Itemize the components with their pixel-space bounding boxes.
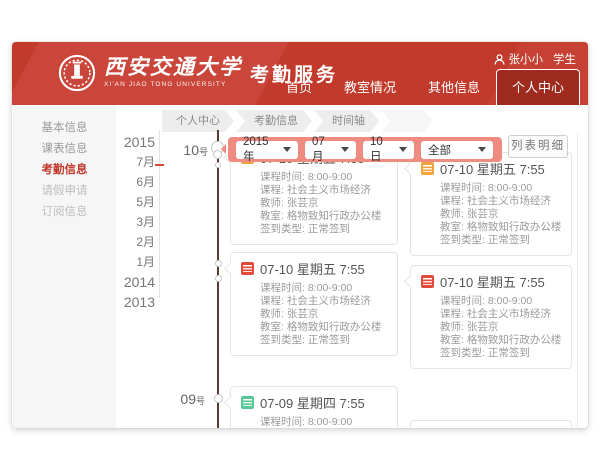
day-dropdown[interactable]: 10日 [363, 141, 414, 159]
rail-year-2013[interactable]: 2013 [72, 292, 155, 312]
content-scroll-track[interactable] [577, 134, 578, 428]
card-date: 07-10 星期五 7:55 [440, 272, 545, 291]
calendar-icon [421, 275, 434, 288]
chevron-down-icon [478, 147, 486, 152]
university-name-en: XI'AN JIAO TONG UNIVERSITY [104, 81, 242, 88]
current-month-marker [155, 164, 164, 166]
breadcrumb-attendance-info[interactable]: 考勤信息 [236, 110, 312, 132]
breadcrumb-timeline[interactable]: 时间轴 [314, 110, 379, 132]
nav-personal-center-active[interactable]: 个人中心 [496, 69, 580, 105]
user-icon [494, 54, 505, 65]
app-window: 西安交通大学 XI'AN JIAO TONG UNIVERSITY 考勤服务 张… [12, 42, 588, 428]
app-header: 西安交通大学 XI'AN JIAO TONG UNIVERSITY 考勤服务 张… [12, 42, 588, 105]
day-marker-09: 09号 [165, 391, 205, 409]
timeline-year-month-rail: 2015 7月 6月 5月 3月 2月 1月 2014 2013 [72, 132, 155, 312]
breadcrumb-personal-center[interactable]: 个人中心 [162, 110, 234, 132]
attendance-card-stub[interactable] [410, 420, 572, 428]
nav-other-info[interactable]: 其他信息 [412, 69, 496, 105]
month-dropdown[interactable]: 07月 [305, 141, 356, 159]
rail-month-5[interactable]: 5月 [72, 192, 155, 212]
user-name: 张小小 [509, 51, 544, 67]
attendance-card[interactable]: 07-09 星期四 7:55 课程时间: 8:00-9:00 课程: 社会主义市… [230, 386, 398, 428]
attendance-card[interactable]: 07-10 星期五 7:55 课程时间: 8:00-9:00 课程: 社会主义市… [410, 265, 572, 369]
card-date: 07-09 星期四 7:55 [260, 393, 365, 412]
attendance-card[interactable]: 07-10 星期五 7:55 课程时间: 8:00-9:00 课程: 社会主义市… [410, 152, 572, 256]
nav-home[interactable]: 首页 [270, 69, 328, 105]
year-dropdown[interactable]: 2015年 [236, 141, 298, 159]
university-name: 西安交通大学 XI'AN JIAO TONG UNIVERSITY [104, 55, 242, 88]
rail-month-2[interactable]: 2月 [72, 232, 155, 252]
timeline-node-small [215, 162, 221, 168]
rail-year-2015[interactable]: 2015 [72, 132, 155, 152]
university-logo-icon [58, 54, 96, 92]
rail-month-6[interactable]: 6月 [72, 172, 155, 192]
rail-month-3[interactable]: 3月 [72, 212, 155, 232]
rail-month-1[interactable]: 1月 [72, 252, 155, 272]
calendar-icon [241, 396, 254, 409]
rail-month-7[interactable]: 7月 [72, 152, 155, 172]
breadcrumb: 个人中心 考勤信息 时间轴 [162, 110, 435, 132]
chevron-down-icon [341, 147, 349, 152]
filter-bubble: 2015年 07月 10日 全部 [228, 137, 502, 162]
screenshot-stage: 西安交通大学 XI'AN JIAO TONG UNIVERSITY 考勤服务 张… [0, 0, 600, 450]
user-role: 学生 [553, 51, 576, 67]
breadcrumb-trailing-arrow [381, 110, 433, 132]
nav-classrooms[interactable]: 教室情况 [328, 69, 412, 105]
list-detail-button[interactable]: 列表明细 [508, 135, 568, 158]
timeline-node-row2a [215, 260, 222, 267]
chevron-down-icon [283, 147, 291, 152]
user-info[interactable]: 张小小 学生 [494, 51, 577, 67]
timeline-node-day09 [214, 394, 223, 403]
attendance-card[interactable]: 07-10 星期五 7:55 课程时间: 8:00-9:00 课程: 社会主义市… [230, 252, 398, 356]
type-dropdown[interactable]: 全部 [421, 141, 493, 159]
rail-divider [159, 130, 160, 298]
rail-year-2014[interactable]: 2014 [72, 272, 155, 292]
main-nav: 首页 教室情况 其他信息 个人中心 [270, 69, 580, 105]
chevron-down-icon [399, 147, 407, 152]
timeline-node-row2b [215, 275, 222, 282]
calendar-icon [241, 262, 254, 275]
day-marker-10: 10号 [168, 142, 208, 160]
calendar-icon [421, 162, 434, 175]
university-name-cn: 西安交通大学 [104, 55, 242, 79]
card-date: 07-10 星期五 7:55 [260, 259, 365, 278]
